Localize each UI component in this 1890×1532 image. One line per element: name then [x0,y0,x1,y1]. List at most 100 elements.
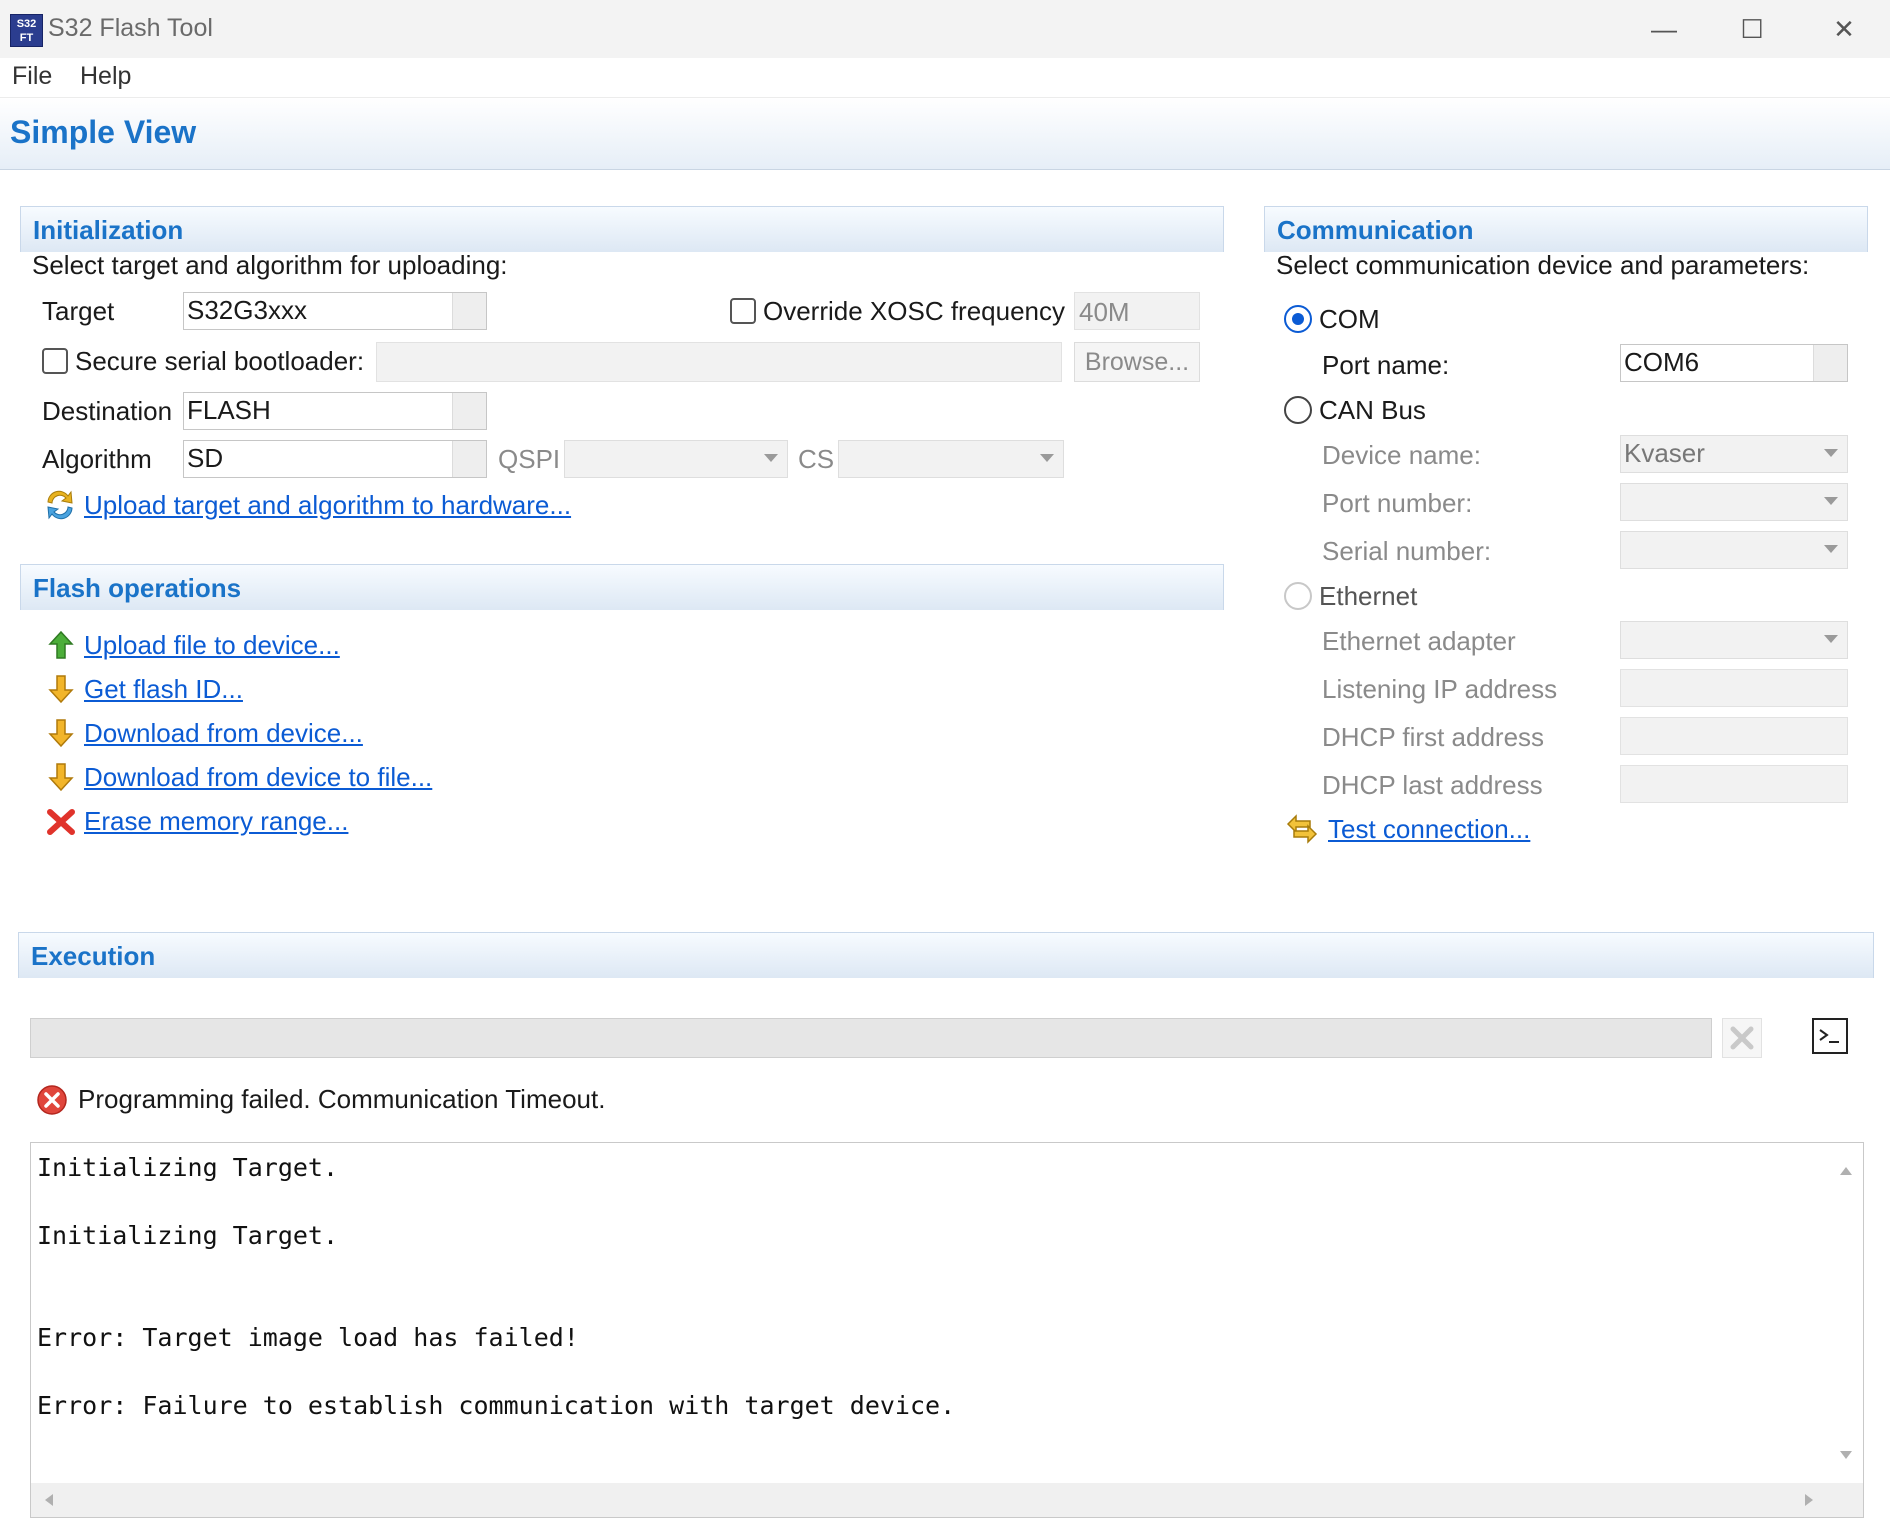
title-bar: S32 FT S32 Flash Tool — ☐ ✕ [0,0,1890,58]
qspi-label: QSPI [498,444,561,474]
maximize-button[interactable]: ☐ [1706,0,1798,58]
vertical-scrollbar[interactable] [1829,1143,1863,1483]
algorithm-label: Algorithm [42,444,152,474]
ethernet-radio [1284,582,1312,610]
initialization-subtitle: Select target and algorithm for uploadin… [32,250,508,280]
target-value: S32G3xxx [187,295,307,325]
port-name-dropdown-button[interactable] [1813,345,1847,381]
upload-file-link[interactable]: Upload file to device... [84,630,340,661]
chevron-down-icon [1824,635,1838,643]
communication-subtitle: Select communication device and paramete… [1276,250,1810,280]
ethernet-label: Ethernet [1319,581,1418,611]
destination-value: FLASH [187,395,271,425]
initialization-header: Initialization [20,206,1224,252]
log-output[interactable]: Initializing Target. Initializing Target… [30,1142,1864,1518]
minimize-button[interactable]: — [1618,0,1710,58]
download-from-device-link[interactable]: Download from device... [84,718,363,749]
get-flash-id-link[interactable]: Get flash ID... [84,674,243,705]
chevron-down-icon [1824,545,1838,553]
target-combo[interactable]: S32G3xxx [183,292,487,330]
progress-bar [30,1018,1712,1058]
override-xosc-checkbox[interactable] [730,298,756,324]
red-x-icon [47,809,75,835]
page-title: Simple View [10,114,197,150]
scroll-arrows-icon [45,1494,1813,1506]
arrow-down-yellow-icon [48,763,74,792]
dhcp-first-label: DHCP first address [1322,722,1545,752]
port-name-label: Port name: [1322,350,1450,380]
view-header: Simple View [0,98,1890,170]
test-connection-icon [1286,814,1318,844]
cs-label: CS [798,444,835,474]
dhcp-first-field [1620,717,1848,755]
window-title: S32 Flash Tool [48,14,213,42]
horizontal-scrollbar[interactable] [31,1483,1863,1517]
device-name-combo: Kvaser [1620,435,1848,473]
menu-bar: File Help [0,58,1890,98]
erase-memory-link[interactable]: Erase memory range... [84,806,348,837]
target-label: Target [42,296,115,326]
communication-header: Communication [1264,206,1868,252]
listening-ip-label: Listening IP address [1322,674,1558,704]
com-label: COM [1319,304,1380,334]
xosc-frequency-field: 40M [1074,292,1200,330]
arrow-down-yellow-icon [48,675,74,704]
chevron-down-icon [764,454,778,462]
destination-dropdown-button[interactable] [452,393,486,429]
test-connection-link[interactable]: Test connection... [1328,814,1530,845]
browse-button: Browse... [1074,342,1200,382]
upload-target-link[interactable]: Upload target and algorithm to hardware.… [84,490,571,521]
secure-bootloader-checkbox[interactable] [42,348,68,374]
destination-combo[interactable]: FLASH [183,392,487,430]
chevron-down-icon [1040,454,1054,462]
menu-help[interactable]: Help [78,62,133,91]
arrow-up-green-icon [48,630,74,659]
arrow-down-yellow-icon [48,719,74,748]
target-dropdown-button[interactable] [452,293,486,329]
status-message: Programming failed. Communication Timeou… [78,1084,606,1114]
initialization-title: Initialization [33,215,184,245]
execution-title: Execution [31,941,156,971]
upload-hardware-icon [47,490,73,520]
port-name-value: COM6 [1624,347,1700,377]
execution-header: Execution [18,932,1874,978]
port-name-combo[interactable]: COM6 [1620,344,1848,382]
serial-number-combo [1620,531,1848,569]
xosc-frequency-value: 40M [1079,297,1130,327]
communication-title: Communication [1277,215,1474,245]
algorithm-combo[interactable]: SD [183,440,487,478]
port-number-combo [1620,483,1848,521]
ethernet-adapter-combo [1620,621,1848,659]
chevron-down-icon [1824,497,1838,505]
device-name-value: Kvaser [1624,438,1705,468]
cancel-icon [1722,1018,1762,1058]
flash-operations-header: Flash operations [20,564,1224,610]
cs-combo [838,440,1064,478]
serial-number-label: Serial number: [1322,536,1492,566]
secure-bootloader-label: Secure serial bootloader: [75,346,365,376]
com-radio[interactable] [1284,305,1312,333]
algorithm-value: SD [187,443,224,473]
ethernet-adapter-label: Ethernet adapter [1322,626,1516,656]
scroll-arrows-icon [1840,1167,1852,1459]
log-text: Initializing Target. Initializing Target… [37,1153,956,1420]
qspi-combo [564,440,788,478]
dhcp-last-label: DHCP last address [1322,770,1543,800]
destination-label: Destination [42,396,173,426]
close-button[interactable]: ✕ [1798,0,1890,58]
flash-operations-title: Flash operations [33,573,242,603]
override-xosc-label: Override XOSC frequency [763,296,1066,326]
app-icon: S32 FT [10,14,43,47]
download-to-file-link[interactable]: Download from device to file... [84,762,432,793]
chevron-down-icon [1824,449,1838,457]
secure-bootloader-path-field [376,342,1062,382]
port-number-label: Port number: [1322,488,1473,518]
dhcp-last-field [1620,765,1848,803]
can-bus-radio[interactable] [1284,396,1312,424]
device-name-label: Device name: [1322,440,1481,470]
menu-file[interactable]: File [10,62,54,91]
console-icon[interactable] [1812,1018,1848,1054]
error-icon [37,1085,67,1115]
algorithm-dropdown-button[interactable] [452,441,486,477]
can-bus-label: CAN Bus [1319,395,1426,425]
